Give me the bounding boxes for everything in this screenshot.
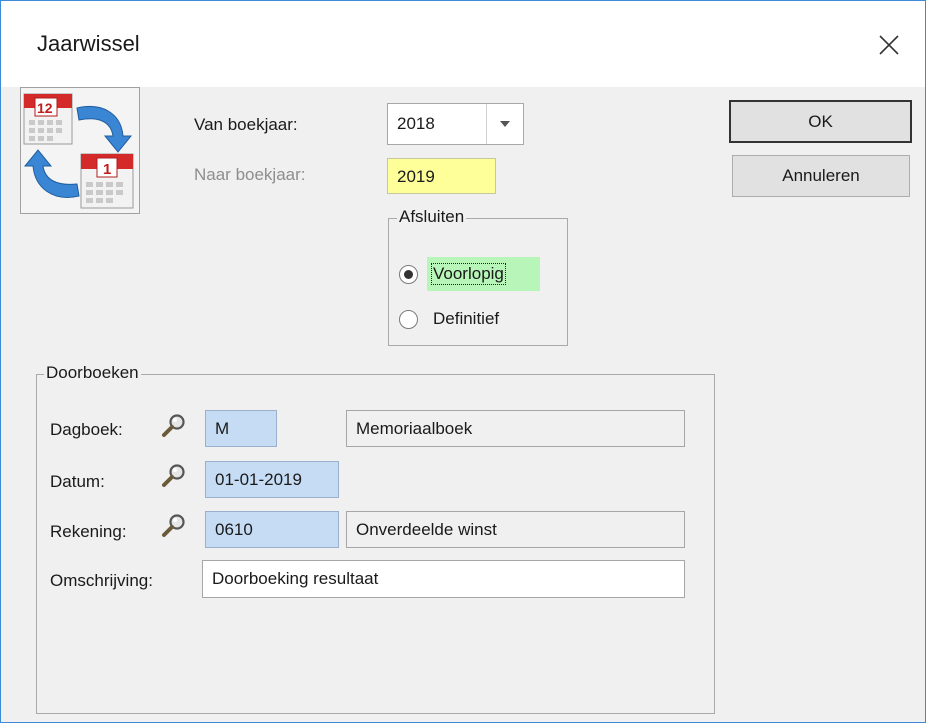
window-title: Jaarwissel xyxy=(37,31,140,56)
jaarwissel-dialog: Jaarwissel 12 1 Van boekjaar: 2018 Naar … xyxy=(0,0,926,723)
rekening-name-field: Onverdeelde winst xyxy=(346,511,685,548)
dialog-client: 12 1 Van boekjaar: 2018 Naar boekjaar: 2… xyxy=(1,87,925,722)
dagboek-name: Memoriaalboek xyxy=(356,419,473,438)
afsluiten-legend: Afsluiten xyxy=(397,207,467,227)
from-year-value: 2018 xyxy=(397,114,435,133)
rekening-label: Rekening: xyxy=(50,522,127,541)
omschrijving-label: Omschrijving: xyxy=(50,571,153,590)
doorboeken-legend: Doorboeken xyxy=(44,363,141,383)
from-year-combobox[interactable]: 2018 xyxy=(387,103,524,145)
calendar-cycle-icon: 12 1 xyxy=(23,93,134,209)
dagboek-code-field[interactable]: M xyxy=(205,410,277,447)
datum-label: Datum: xyxy=(50,472,105,491)
rekening-code-field[interactable]: 0610 xyxy=(205,511,339,548)
ok-button[interactable]: OK xyxy=(729,100,912,143)
radio-definitief-label[interactable]: Definitief xyxy=(433,309,499,329)
title-bar: Jaarwissel xyxy=(1,1,925,87)
magnifier-icon[interactable] xyxy=(161,513,187,539)
to-year-label: Naar boekjaar: xyxy=(194,165,306,184)
svg-text:1: 1 xyxy=(103,161,111,178)
radio-voorlopig-button[interactable] xyxy=(399,265,418,284)
svg-text:12: 12 xyxy=(37,100,53,116)
rekening-code: 0610 xyxy=(215,520,253,539)
from-year-label: Van boekjaar: xyxy=(194,115,298,134)
radio-selected-dot xyxy=(404,270,413,279)
close-icon xyxy=(879,35,899,55)
omschrijving-value: Doorboeking resultaat xyxy=(212,569,379,588)
magnifier-icon[interactable] xyxy=(161,413,187,439)
dagboek-name-field: Memoriaalboek xyxy=(346,410,685,447)
omschrijving-field[interactable]: Doorboeking resultaat xyxy=(202,560,685,598)
datum-value: 01-01-2019 xyxy=(215,470,302,489)
close-button[interactable] xyxy=(867,23,911,67)
rekening-name: Onverdeelde winst xyxy=(356,520,497,539)
magnifier-icon[interactable] xyxy=(161,463,187,489)
combo-dropdown-button[interactable] xyxy=(487,104,523,144)
app-icon-frame: 12 1 xyxy=(20,87,140,214)
cancel-button[interactable]: Annuleren xyxy=(732,155,910,197)
chevron-down-icon xyxy=(500,121,510,127)
radio-voorlopig-label[interactable]: Voorlopig xyxy=(431,263,506,285)
to-year-value: 2019 xyxy=(397,167,435,186)
to-year-field[interactable]: 2019 xyxy=(387,158,496,194)
radio-definitief-button[interactable] xyxy=(399,310,418,329)
dagboek-code: M xyxy=(215,419,230,438)
dagboek-label: Dagboek: xyxy=(50,420,123,439)
datum-field[interactable]: 01-01-2019 xyxy=(205,461,339,498)
